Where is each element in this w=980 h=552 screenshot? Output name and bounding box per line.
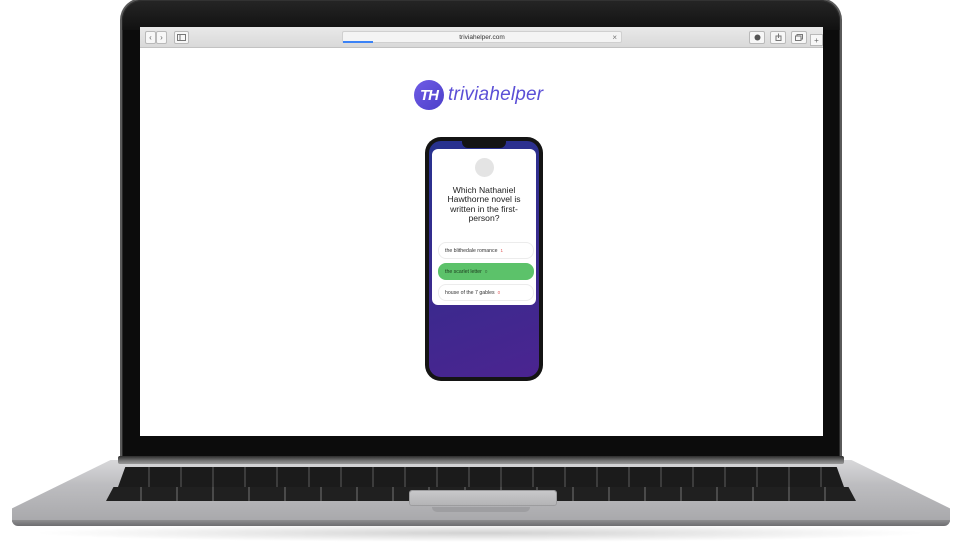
browser-toolbar: ‹ › triviahelper.com × + [140, 27, 823, 48]
laptop-lid: ‹ › triviahelper.com × + TH triviahelper… [122, 0, 840, 462]
forward-icon: › [160, 33, 163, 42]
address-bar[interactable]: triviahelper.com × [342, 31, 622, 43]
sidebar-button[interactable] [174, 31, 189, 44]
answer-option[interactable]: the blithedale romance 1 [438, 242, 534, 259]
answer-mark: 1 [500, 248, 504, 253]
plus-icon: + [814, 36, 819, 45]
phone-notch [462, 141, 506, 148]
answer-label: the blithedale romance [445, 248, 498, 254]
url-text: triviahelper.com [459, 34, 505, 41]
answer-label: the scarlet letter [445, 269, 482, 275]
brand-name: triviahelper [448, 84, 544, 105]
answer-label: house of the 7 gables [445, 290, 495, 296]
new-tab-button[interactable]: + [810, 34, 823, 46]
avatar [475, 158, 494, 177]
laptop-hinge [118, 456, 844, 464]
lid-opening-notch [432, 507, 530, 512]
laptop-shadow [30, 524, 930, 542]
phone-mockup: Which Nathaniel Hawthorne novel is writt… [425, 137, 543, 381]
tabs-icon [795, 34, 803, 41]
answer-mark: 0 [484, 269, 488, 274]
laptop-front-edge [12, 520, 950, 526]
share-button[interactable] [770, 31, 786, 44]
answer-mark: 0 [497, 290, 501, 295]
brand-monogram: TH [414, 80, 444, 110]
loading-progress-bar [343, 41, 373, 43]
lid-reflection [122, 0, 840, 30]
brand-logo[interactable]: TH triviahelper [414, 80, 543, 110]
answer-option-correct[interactable]: the scarlet letter 0 [438, 263, 534, 280]
question-card: Which Nathaniel Hawthorne novel is writt… [432, 149, 536, 305]
laptop-screen: ‹ › triviahelper.com × + TH triviahelper… [140, 27, 823, 436]
forward-button[interactable]: › [156, 31, 167, 44]
stop-loading-icon[interactable]: × [612, 32, 617, 43]
download-icon [754, 34, 760, 41]
phone-screen: Which Nathaniel Hawthorne novel is writt… [429, 141, 539, 377]
back-button[interactable]: ‹ [145, 31, 156, 44]
share-icon [775, 33, 781, 41]
answer-option[interactable]: house of the 7 gables 0 [438, 284, 534, 301]
keyboard-row [118, 467, 844, 487]
back-icon: ‹ [149, 33, 152, 42]
trackpad [410, 491, 556, 505]
tabs-button[interactable] [791, 31, 807, 44]
sidebar-icon [177, 34, 186, 41]
downloads-button[interactable] [749, 31, 765, 44]
question-text: Which Nathaniel Hawthorne novel is writt… [447, 185, 521, 223]
